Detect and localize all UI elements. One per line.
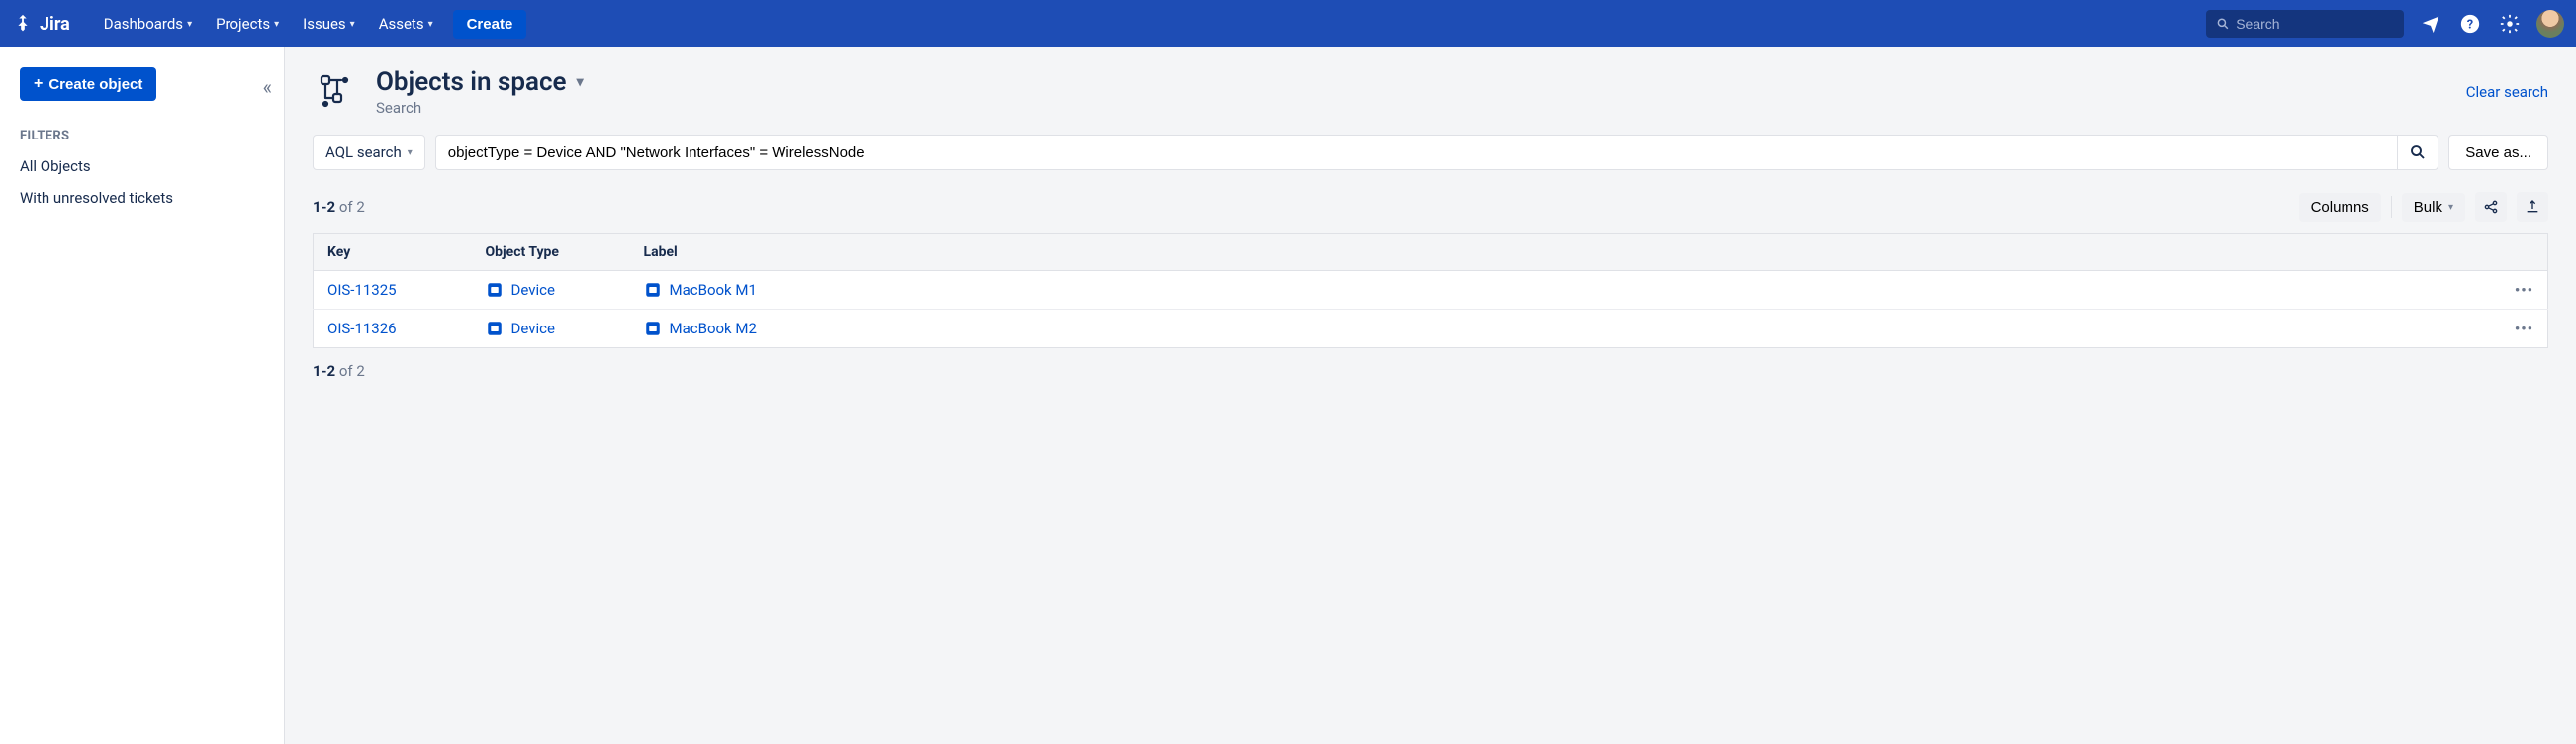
page-header: Objects in space ▾ Search Clear search <box>313 67 2548 117</box>
global-search[interactable] <box>2206 10 2404 38</box>
filter-unresolved-tickets[interactable]: With unresolved tickets <box>20 189 264 207</box>
divider <box>2391 196 2392 218</box>
chevron-down-icon: ▾ <box>187 19 192 30</box>
chevron-down-icon: ▾ <box>274 19 279 30</box>
feedback-icon[interactable] <box>2418 11 2443 37</box>
row-actions-button[interactable]: ••• <box>2501 310 2548 348</box>
global-search-input[interactable] <box>2236 16 2394 32</box>
search-icon <box>2409 143 2427 161</box>
top-nav: Jira Dashboards▾ Projects▾ Issues▾ Asset… <box>0 0 2576 47</box>
results-table: Key Object Type Label OIS-11325 Device M… <box>313 233 2548 348</box>
export-button[interactable] <box>2517 192 2548 222</box>
clear-search-link[interactable]: Clear search <box>2466 83 2548 101</box>
search-mode-dropdown[interactable]: AQL search ▾ <box>313 135 425 170</box>
page-title[interactable]: Objects in space ▾ <box>376 67 584 97</box>
sidebar: « + Create object FILTERS All Objects Wi… <box>0 47 285 744</box>
user-avatar[interactable] <box>2536 10 2564 38</box>
bulk-button[interactable]: Bulk▾ <box>2402 193 2465 222</box>
device-icon <box>486 281 504 299</box>
share-button[interactable] <box>2475 192 2507 222</box>
schema-icon <box>313 69 358 115</box>
filter-list: All Objects With unresolved tickets <box>20 157 264 207</box>
layout: « + Create object FILTERS All Objects Wi… <box>0 47 2576 744</box>
share-icon <box>2483 199 2499 215</box>
nav-assets[interactable]: Assets▾ <box>369 9 443 39</box>
svg-text:?: ? <box>2467 18 2473 33</box>
plus-icon: + <box>34 75 43 93</box>
device-icon <box>486 320 504 337</box>
nav-dashboards[interactable]: Dashboards▾ <box>94 9 202 39</box>
row-actions-button[interactable]: ••• <box>2501 271 2548 310</box>
chevron-down-icon: ▾ <box>350 19 355 30</box>
col-object-type[interactable]: Object Type <box>472 234 630 271</box>
object-label-link[interactable]: MacBook M1 <box>644 281 2487 299</box>
device-icon <box>644 281 662 299</box>
nav-projects[interactable]: Projects▾ <box>206 9 289 39</box>
filter-all-objects[interactable]: All Objects <box>20 157 264 175</box>
create-object-button[interactable]: + Create object <box>20 67 156 101</box>
aql-query-input[interactable] <box>435 135 2398 170</box>
main-content: Objects in space ▾ Search Clear search A… <box>285 47 2576 744</box>
help-icon[interactable]: ? <box>2457 11 2483 37</box>
results-count: 1-2 of 2 <box>313 198 365 216</box>
query-input-wrap <box>435 135 2439 170</box>
export-icon <box>2525 199 2540 215</box>
jira-logo[interactable]: Jira <box>12 13 70 35</box>
nav-issues[interactable]: Issues▾ <box>293 9 365 39</box>
primary-nav: Dashboards▾ Projects▾ Issues▾ Assets▾ Cr… <box>94 9 527 39</box>
settings-icon[interactable] <box>2497 11 2523 37</box>
chevron-down-icon: ▾ <box>2448 202 2453 213</box>
query-row: AQL search ▾ Save as... <box>313 135 2548 170</box>
jira-logo-icon <box>12 13 34 35</box>
save-as-button[interactable]: Save as... <box>2448 135 2548 170</box>
results-count-bottom: 1-2 of 2 <box>313 362 2548 380</box>
table-row: OIS-11325 Device MacBook M1 ••• <box>314 271 2548 310</box>
object-type-link[interactable]: Device <box>486 281 616 299</box>
device-icon <box>644 320 662 337</box>
columns-button[interactable]: Columns <box>2299 193 2381 222</box>
chevron-down-icon: ▾ <box>428 19 433 30</box>
run-search-button[interactable] <box>2397 135 2438 170</box>
results-actions: Columns Bulk▾ <box>2299 192 2548 222</box>
col-label[interactable]: Label <box>630 234 2501 271</box>
table-row: OIS-11326 Device MacBook M2 ••• <box>314 310 2548 348</box>
col-key[interactable]: Key <box>314 234 472 271</box>
collapse-sidebar-icon[interactable]: « <box>263 75 272 99</box>
results-bar: 1-2 of 2 Columns Bulk▾ <box>313 192 2548 222</box>
chevron-down-icon: ▾ <box>577 74 584 90</box>
search-icon <box>2216 16 2230 32</box>
top-nav-right: ? <box>2206 10 2564 38</box>
product-name: Jira <box>40 14 70 35</box>
chevron-down-icon: ▾ <box>408 147 413 158</box>
object-key-link[interactable]: OIS-11325 <box>327 281 397 299</box>
filters-heading: FILTERS <box>20 129 264 143</box>
object-key-link[interactable]: OIS-11326 <box>327 320 397 337</box>
page-subtitle: Search <box>376 99 584 117</box>
object-type-link[interactable]: Device <box>486 320 616 337</box>
object-label-link[interactable]: MacBook M2 <box>644 320 2487 337</box>
create-button[interactable]: Create <box>453 10 527 39</box>
